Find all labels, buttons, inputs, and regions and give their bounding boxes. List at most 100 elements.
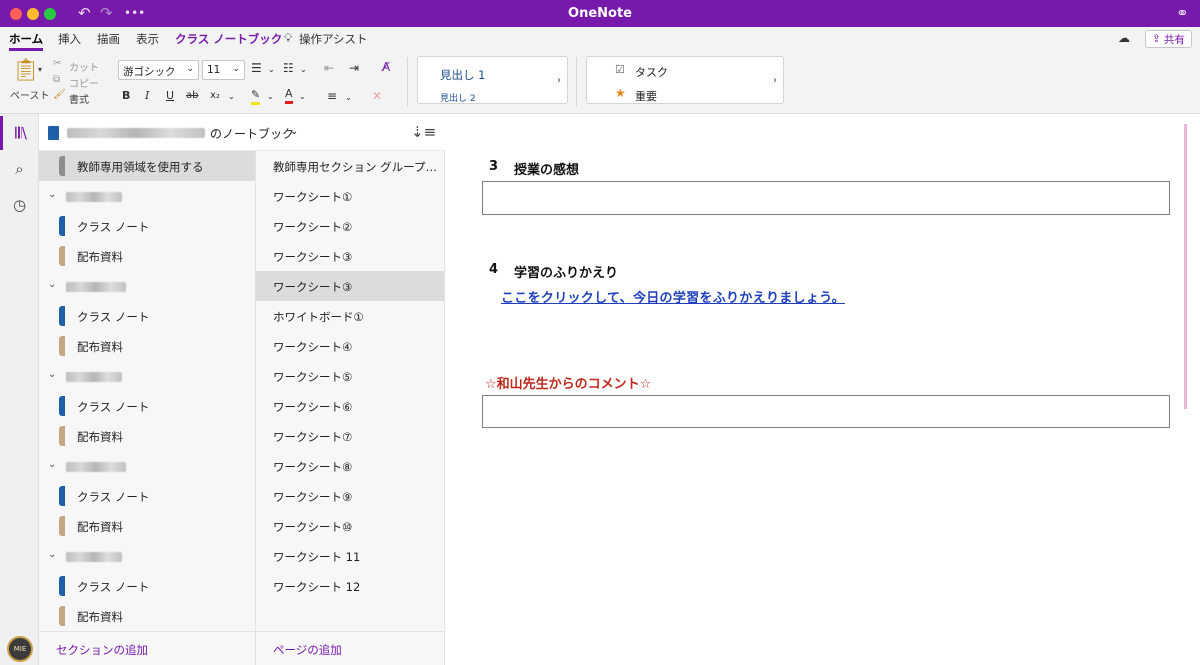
section-item[interactable]: クラス ノート	[39, 301, 255, 331]
chevron-down-icon[interactable]: ⌄	[268, 63, 275, 77]
section-item[interactable]: クラス ノート	[39, 391, 255, 421]
checkbox-icon[interactable]: ☑	[615, 63, 625, 76]
add-section-button[interactable]: セクションの追加	[56, 642, 148, 658]
cut-label[interactable]: カット	[69, 59, 99, 74]
paste-icon[interactable]: 📋︎	[12, 59, 40, 83]
strikethrough-button[interactable]: ab	[186, 89, 198, 103]
section-item[interactable]: 配布資料	[39, 421, 255, 451]
section-item[interactable]: 配布資料	[39, 601, 255, 631]
sort-icon[interactable]: ⇣≡	[411, 123, 436, 141]
clear-formatting-icon[interactable]: ✕	[372, 89, 382, 103]
chevron-right-icon[interactable]: ›	[557, 75, 561, 86]
star-icon[interactable]: ★	[615, 86, 626, 100]
share-button[interactable]: ⇪ 共有	[1145, 30, 1192, 48]
section-group[interactable]: ⌄	[39, 541, 255, 571]
chevron-down-icon[interactable]: ⌄	[48, 369, 56, 380]
page-canvas[interactable]: 3 授業の感想 4 学習のふりかえり ここをクリックして、今日の学習をふりかえり…	[446, 114, 1200, 665]
page-item[interactable]: ワークシート②	[256, 211, 444, 241]
tab-insert[interactable]: 挿入	[58, 31, 81, 47]
styles-pane-icon[interactable]: A̸	[382, 60, 390, 74]
chevron-down-icon[interactable]: ⌄	[345, 91, 352, 105]
section-group[interactable]: ⌄	[39, 271, 255, 301]
sync-icon[interactable]: ⚭	[1176, 4, 1189, 22]
format-painter-icon[interactable]: 🖌︎	[53, 89, 66, 100]
page-item[interactable]: ワークシート⑥	[256, 391, 444, 421]
redacted-student-name	[66, 372, 122, 382]
page-item[interactable]: ワークシート④	[256, 331, 444, 361]
indent-icon[interactable]: ⇥	[349, 61, 359, 75]
page-item[interactable]: ワークシート⑤	[256, 361, 444, 391]
section-item[interactable]: 配布資料	[39, 511, 255, 541]
section-item[interactable]: 配布資料	[39, 241, 255, 271]
section-item[interactable]: 配布資料	[39, 331, 255, 361]
add-page-button[interactable]: ページの追加	[273, 642, 342, 658]
section-item[interactable]: クラス ノート	[39, 571, 255, 601]
format-painter-label[interactable]: 書式	[69, 91, 89, 106]
avatar[interactable]: MIE	[7, 636, 33, 662]
page-item[interactable]: ワークシート⑦	[256, 421, 444, 451]
numbering-icon[interactable]: ☷	[283, 61, 294, 75]
style-heading1[interactable]: 見出し 1	[440, 67, 485, 83]
font-color-icon[interactable]: A	[285, 87, 293, 104]
chevron-down-icon[interactable]: ⌄	[48, 459, 56, 470]
chevron-down-icon[interactable]: ⌄	[48, 549, 56, 560]
notebook-header[interactable]: のノートブック ⌄ ⇣≡	[39, 114, 445, 151]
underline-button[interactable]: U	[166, 89, 174, 103]
outdent-icon[interactable]: ⇤	[324, 61, 334, 75]
section-item[interactable]: クラス ノート	[39, 481, 255, 511]
chevron-down-icon[interactable]: ⌄	[267, 90, 274, 104]
tab-tell-me[interactable]: 操作アシスト	[299, 31, 368, 47]
style-heading2[interactable]: 見出し 2	[440, 91, 476, 104]
subscript-button[interactable]: x₂	[210, 89, 220, 103]
copy-label[interactable]: コピー	[69, 75, 99, 90]
search-icon[interactable]: ⌕	[0, 152, 39, 186]
paste-dropdown-icon[interactable]: ▾	[38, 65, 42, 74]
chevron-down-icon[interactable]: ⌄	[228, 90, 235, 104]
teacher-comment-box[interactable]	[482, 395, 1170, 428]
page-item[interactable]: ワークシート 11	[256, 541, 444, 571]
section-item[interactable]: 教師専用領域を使用する	[39, 151, 255, 181]
font-size-select[interactable]: 11 ⌄	[202, 60, 245, 80]
chevron-down-icon[interactable]: ⌄	[299, 90, 306, 104]
italic-button[interactable]: I	[145, 89, 149, 103]
scrollbar[interactable]	[1184, 124, 1187, 409]
tab-draw[interactable]: 描画	[97, 31, 120, 47]
chevron-down-icon[interactable]: ⌄	[300, 63, 307, 77]
bullets-icon[interactable]: ☰	[251, 61, 262, 75]
paste-label[interactable]: ペースト	[10, 87, 50, 102]
tag-task[interactable]: タスク	[635, 64, 668, 80]
reflection-link[interactable]: ここをクリックして、今日の学習をふりかえりましょう。	[501, 287, 845, 306]
notebooks-icon[interactable]: 𝄃𝄃\	[0, 116, 39, 150]
tags-gallery[interactable]: ☑ タスク ★ 重要 ›	[586, 56, 784, 104]
cut-icon[interactable]: ✂	[53, 58, 61, 69]
tab-home[interactable]: ホーム	[9, 31, 44, 51]
section-group[interactable]: ⌄	[39, 181, 255, 211]
cloud-sync-icon[interactable]: ☁	[1118, 31, 1130, 45]
page-item[interactable]: ワークシート③	[256, 241, 444, 271]
bold-button[interactable]: B	[122, 89, 130, 103]
question3-answer-box[interactable]	[482, 181, 1170, 215]
copy-icon[interactable]: ⧉	[53, 74, 60, 85]
tab-class-notebook[interactable]: クラス ノートブック	[175, 31, 282, 47]
chevron-right-icon[interactable]: ›	[773, 75, 777, 86]
section-item[interactable]: クラス ノート	[39, 211, 255, 241]
page-item[interactable]: ワークシート⑨	[256, 481, 444, 511]
page-item[interactable]: ホワイトボード①	[256, 301, 444, 331]
page-item[interactable]: ワークシート 12	[256, 571, 444, 601]
chevron-down-icon[interactable]: ⌄	[48, 279, 56, 290]
page-item[interactable]: ワークシート③	[256, 271, 444, 301]
tag-important[interactable]: 重要	[635, 88, 657, 104]
page-item[interactable]: ワークシート①	[256, 181, 444, 211]
font-name-select[interactable]: 游ゴシック ⌄	[118, 60, 199, 80]
page-item[interactable]: ワークシート⑧	[256, 451, 444, 481]
recent-clock-icon[interactable]: ◷	[0, 188, 39, 222]
page-item[interactable]: ワークシート⑩	[256, 511, 444, 541]
section-group[interactable]: ⌄	[39, 361, 255, 391]
styles-gallery[interactable]: 見出し 1 見出し 2 ›	[417, 56, 568, 104]
section-group[interactable]: ⌄	[39, 451, 255, 481]
chevron-down-icon[interactable]: ⌄	[48, 189, 56, 200]
highlight-icon[interactable]: ✎	[251, 88, 261, 105]
page-item[interactable]: 教師専用セクション グループ…	[256, 151, 444, 181]
tab-view[interactable]: 表示	[136, 31, 159, 47]
align-icon[interactable]: ≡	[327, 89, 337, 103]
